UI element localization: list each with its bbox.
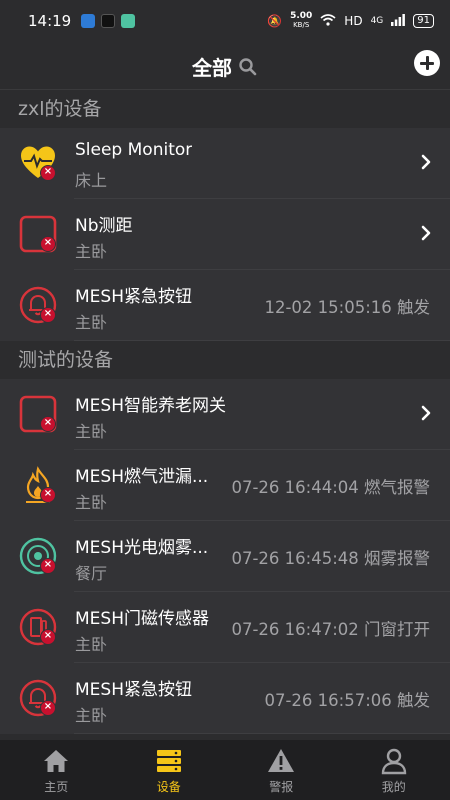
search-icon[interactable] bbox=[238, 57, 258, 77]
tab-label: 主页 bbox=[44, 780, 69, 794]
smoke-detector-icon: × bbox=[18, 536, 58, 576]
device-room: 主卧 bbox=[75, 242, 108, 261]
tab-devices[interactable]: 设备 bbox=[113, 740, 226, 800]
offline-badge-icon: × bbox=[40, 416, 56, 432]
section-header: 测试的设备 bbox=[0, 341, 450, 379]
device-name: Sleep Monitor bbox=[75, 140, 193, 160]
device-name: MESH紧急按钮 bbox=[75, 287, 192, 307]
status-right: 🔕 5.00 KB/S HD 4G 91 bbox=[267, 12, 434, 30]
mute-icon: 🔕 bbox=[267, 14, 283, 28]
device-status: 07-26 16:44:04 燃气报警 bbox=[231, 478, 430, 497]
device-name: MESH光电烟雾... bbox=[75, 538, 209, 558]
home-icon bbox=[42, 747, 70, 775]
warning-icon bbox=[267, 747, 295, 775]
tab-user[interactable]: 我的 bbox=[338, 740, 450, 800]
device-name: MESH燃气泄漏... bbox=[75, 467, 209, 487]
device-room: 主卧 bbox=[75, 706, 108, 725]
square-device-icon: × bbox=[18, 214, 58, 254]
network-speed: 5.00 KB/S bbox=[290, 11, 313, 30]
device-row[interactable]: × MESH门磁传感器 主卧 07-26 16:47:02 门窗打开 bbox=[0, 592, 450, 663]
tab-label: 设备 bbox=[156, 780, 181, 794]
device-name: Nb测距 bbox=[75, 216, 133, 236]
section-header: zxl的设备 bbox=[0, 90, 450, 128]
device-row[interactable]: × MESH智能养老网关 主卧 bbox=[0, 379, 450, 450]
battery-indicator: 91 bbox=[413, 14, 434, 28]
device-room: 主卧 bbox=[75, 635, 108, 654]
offline-badge-icon: × bbox=[40, 307, 56, 323]
offline-badge-icon: × bbox=[40, 700, 56, 716]
hd-label: HD bbox=[344, 14, 363, 28]
bell-icon: × bbox=[18, 285, 58, 325]
device-room: 主卧 bbox=[75, 422, 108, 441]
device-name: MESH门磁传感器 bbox=[75, 609, 209, 629]
device-row[interactable]: × MESH光电烟雾... 餐厅 07-26 16:45:48 烟雾报警 bbox=[0, 521, 450, 592]
chevron-right-icon[interactable] bbox=[420, 225, 432, 241]
offline-badge-icon: × bbox=[40, 629, 56, 645]
tab-warning[interactable]: 警报 bbox=[225, 740, 338, 800]
device-room: 主卧 bbox=[75, 313, 108, 332]
app-notification-icon-2 bbox=[121, 14, 136, 28]
devices-icon bbox=[155, 747, 183, 775]
page-title[interactable]: 全部 bbox=[192, 52, 232, 81]
device-row[interactable]: × Nb测距主卧 bbox=[0, 199, 450, 270]
page-title-wrap[interactable]: 全部 bbox=[0, 52, 450, 81]
offline-badge-icon: × bbox=[40, 487, 56, 503]
device-room: 餐厅 bbox=[75, 564, 108, 583]
device-name: MESH智能养老网关 bbox=[75, 396, 226, 416]
bell-icon: × bbox=[18, 678, 58, 718]
signal-icon bbox=[391, 13, 406, 29]
offline-badge-icon: × bbox=[40, 165, 56, 181]
square-device-icon: × bbox=[18, 394, 58, 434]
device-row[interactable]: × MESH燃气泄漏... 主卧 07-26 16:44:04 燃气报警 bbox=[0, 450, 450, 521]
gas-flame-icon: × bbox=[18, 465, 58, 505]
chevron-right-icon[interactable] bbox=[420, 405, 432, 421]
tab-home[interactable]: 主页 bbox=[0, 740, 113, 800]
device-status: 12-02 15:05:16 触发 bbox=[264, 298, 430, 317]
tiktok-notification-icon bbox=[101, 14, 116, 28]
device-status: 07-26 16:47:02 门窗打开 bbox=[231, 620, 430, 639]
heart-monitor-icon: × bbox=[18, 143, 58, 183]
tab-label: 我的 bbox=[381, 780, 406, 794]
offline-badge-icon: × bbox=[40, 558, 56, 574]
status-time: 14:19 bbox=[28, 12, 72, 30]
device-row[interactable]: × MESH紧急按钮 主卧 07-26 16:57:06 触发 bbox=[0, 663, 450, 734]
add-device-button[interactable] bbox=[414, 50, 440, 76]
user-icon bbox=[380, 747, 408, 775]
device-name: MESH紧急按钮 bbox=[75, 680, 192, 700]
row-divider bbox=[74, 733, 450, 734]
device-status: 07-26 16:57:06 触发 bbox=[264, 691, 430, 710]
bottom-tab-bar: 主页 设备 警报 我的 bbox=[0, 740, 450, 800]
device-row[interactable]: × Sleep Monitor 床上 bbox=[0, 128, 450, 199]
status-bar: 14:19 🔕 5.00 KB/S HD 4G 91 bbox=[0, 0, 450, 42]
device-status: 07-26 16:45:48 烟雾报警 bbox=[231, 549, 430, 568]
row-divider bbox=[74, 340, 450, 341]
app-notification-icon bbox=[81, 14, 96, 28]
device-room: 床上 bbox=[75, 171, 108, 190]
device-row[interactable]: × MESH紧急按钮 主卧 12-02 15:05:16 触发 bbox=[0, 270, 450, 341]
device-list: zxl的设备 × Sleep Monitor 床上 × Nb测距主卧 × MESH紧急按钮 主卧… bbox=[0, 90, 450, 740]
door-sensor-icon: × bbox=[18, 607, 58, 647]
tab-label: 警报 bbox=[269, 780, 294, 794]
device-room: 主卧 bbox=[75, 493, 108, 512]
top-bar: 全部 bbox=[0, 42, 450, 90]
wifi-icon bbox=[320, 13, 336, 29]
signal-label: 4G bbox=[370, 16, 384, 26]
offline-badge-icon: × bbox=[40, 236, 56, 252]
chevron-right-icon[interactable] bbox=[420, 154, 432, 170]
